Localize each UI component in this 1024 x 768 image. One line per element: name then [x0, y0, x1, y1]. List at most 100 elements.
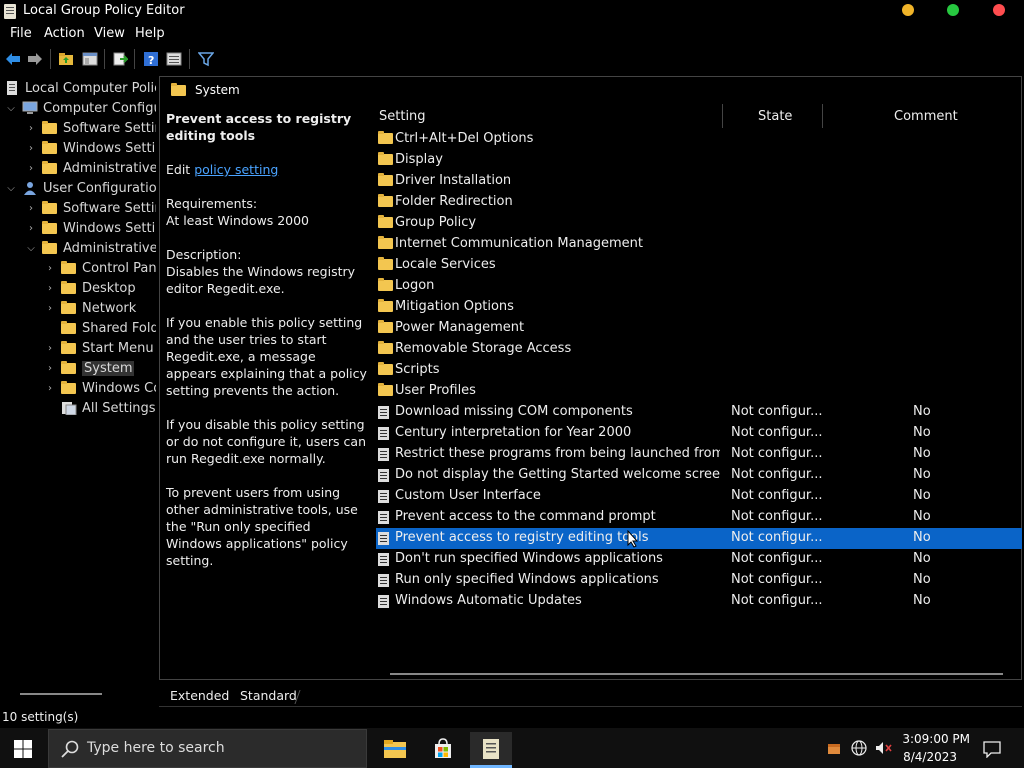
- tab-extended[interactable]: Extended: [170, 688, 229, 703]
- list-item-policy[interactable]: Restrict these programs from being launc…: [376, 444, 1022, 465]
- export-list-icon[interactable]: [112, 51, 128, 67]
- back-arrow-icon[interactable]: [5, 51, 21, 67]
- setting-name: Download missing COM components: [395, 404, 633, 419]
- chevron-right-icon[interactable]: ›: [45, 283, 55, 294]
- column-header-setting[interactable]: Setting: [379, 109, 426, 124]
- list-item-folder[interactable]: Locale Services: [376, 255, 1022, 276]
- filter-icon[interactable]: [198, 51, 214, 67]
- chevron-right-icon[interactable]: ›: [45, 383, 55, 394]
- group-policy-taskbar-button[interactable]: [470, 732, 512, 766]
- chevron-right-icon[interactable]: ›: [45, 263, 55, 274]
- description-paragraph: If you disable this policy setting or do…: [166, 417, 366, 466]
- windows-start-icon[interactable]: [14, 740, 32, 758]
- chevron-right-icon[interactable]: ›: [26, 143, 36, 154]
- clock-time[interactable]: 3:09:00 PM: [880, 732, 970, 746]
- list-item-folder[interactable]: Mitigation Options: [376, 297, 1022, 318]
- list-item-folder[interactable]: Ctrl+Alt+Del Options: [376, 129, 1022, 150]
- tree-root[interactable]: Local Computer Policy: [5, 78, 156, 98]
- list-item-folder[interactable]: Removable Storage Access: [376, 339, 1022, 360]
- menu-action[interactable]: Action: [44, 26, 85, 41]
- list-item-policy[interactable]: Century interpretation for Year 2000 Not …: [376, 423, 1022, 444]
- list-item-policy[interactable]: Run only specified Windows applications N…: [376, 570, 1022, 591]
- list-item-folder[interactable]: Scripts: [376, 360, 1022, 381]
- tree-item-desktop[interactable]: › Desktop: [45, 278, 136, 298]
- chevron-right-icon[interactable]: ›: [45, 303, 55, 314]
- chevron-down-icon[interactable]: ⌵: [6, 183, 16, 194]
- column-divider[interactable]: [822, 104, 823, 128]
- menu-help[interactable]: Help: [135, 26, 165, 41]
- maximize-button[interactable]: [947, 4, 959, 16]
- forward-arrow-icon[interactable]: [27, 51, 43, 67]
- list-item-folder[interactable]: Display: [376, 150, 1022, 171]
- tree-item-software-settings[interactable]: › Software Settings: [26, 118, 156, 138]
- list-item-folder[interactable]: Group Policy: [376, 213, 1022, 234]
- list-item-folder[interactable]: Logon: [376, 276, 1022, 297]
- list-item-policy[interactable]: Prevent access to the command prompt Not …: [376, 507, 1022, 528]
- tree-item-control-panel[interactable]: › Control Panel: [45, 258, 156, 278]
- notification-icon[interactable]: [983, 740, 1001, 758]
- chevron-down-icon[interactable]: ⌵: [6, 103, 16, 114]
- folder-icon: [42, 140, 57, 154]
- show-hide-tree-icon[interactable]: [82, 51, 98, 67]
- tree-item-computer-configuration[interactable]: ⌵ Computer Configuration: [6, 98, 156, 118]
- tree-item-windows-components[interactable]: › Windows Components: [45, 378, 156, 398]
- tab-standard[interactable]: Standard: [240, 688, 297, 703]
- chevron-right-icon[interactable]: ›: [26, 223, 36, 234]
- folder-icon: [42, 200, 57, 214]
- policy-setting-link[interactable]: policy setting: [194, 162, 278, 177]
- setting-comment: No: [913, 593, 931, 608]
- column-header-state[interactable]: State: [758, 109, 792, 124]
- chevron-right-icon[interactable]: ›: [26, 123, 36, 134]
- clock-date[interactable]: 8/4/2023: [880, 750, 957, 764]
- folder-up-icon[interactable]: [58, 51, 74, 67]
- chevron-right-icon[interactable]: ›: [45, 343, 55, 354]
- package-icon[interactable]: [827, 741, 841, 755]
- column-header-comment[interactable]: Comment: [894, 109, 958, 124]
- list-horizontal-scrollbar[interactable]: [390, 673, 1003, 675]
- folder-icon: [378, 131, 393, 144]
- tree-item-all-settings[interactable]: All Settings: [45, 398, 156, 418]
- tree-item-start-menu[interactable]: › Start Menu and Taskbar: [45, 338, 156, 358]
- tree-item-user-software-settings[interactable]: › Software Settings: [26, 198, 156, 218]
- column-divider[interactable]: [722, 104, 723, 128]
- tree-item-windows-settings[interactable]: › Windows Settings: [26, 138, 156, 158]
- tree-item-user-windows-settings[interactable]: › Windows Settings: [26, 218, 156, 238]
- folder-icon: [42, 220, 57, 234]
- list-item-policy[interactable]: Windows Automatic Updates Not configur...…: [376, 591, 1022, 612]
- tree-item-system[interactable]: › System: [45, 358, 135, 378]
- list-item-folder[interactable]: Power Management: [376, 318, 1022, 339]
- tree-item-network[interactable]: › Network: [45, 298, 136, 318]
- list-item-policy[interactable]: Download missing COM components Not confi…: [376, 402, 1022, 423]
- network-globe-icon[interactable]: [851, 740, 867, 756]
- chevron-right-icon[interactable]: ›: [26, 163, 36, 174]
- folder-icon: [61, 300, 76, 314]
- tree-item-administrative-templates[interactable]: › Administrative Templates: [26, 158, 156, 178]
- list-item-folder[interactable]: User Profiles: [376, 381, 1022, 402]
- list-item-policy[interactable]: Custom User Interface Not configur... No: [376, 486, 1022, 507]
- menu-file[interactable]: File: [10, 26, 32, 41]
- close-button[interactable]: [993, 4, 1005, 16]
- minimize-button[interactable]: [902, 4, 914, 16]
- chevron-right-icon[interactable]: ›: [45, 363, 55, 374]
- policy-setting-icon: [378, 406, 389, 419]
- tree-item-user-administrative-templates[interactable]: ⌵ Administrative Templates: [26, 238, 156, 258]
- tree-item-user-configuration[interactable]: ⌵ User Configuration: [6, 178, 156, 198]
- chevron-down-icon[interactable]: ⌵: [26, 243, 36, 254]
- setting-name: User Profiles: [395, 383, 476, 398]
- file-explorer-taskbar-button[interactable]: [374, 732, 416, 766]
- help-icon[interactable]: ?: [143, 51, 159, 67]
- tree-item-shared-folders[interactable]: Shared Folders: [45, 318, 156, 338]
- list-item-folder[interactable]: Folder Redirection: [376, 192, 1022, 213]
- properties-icon[interactable]: [166, 51, 182, 67]
- chevron-right-icon[interactable]: ›: [26, 203, 36, 214]
- tree-label: Administrative Templates: [63, 240, 156, 256]
- list-item-folder[interactable]: Driver Installation: [376, 171, 1022, 192]
- list-item-policy[interactable]: Do not display the Getting Started welco…: [376, 465, 1022, 486]
- list-item-policy-selected[interactable]: Prevent access to registry editing tools…: [376, 528, 1022, 549]
- folder-icon: [61, 380, 76, 394]
- list-item-policy[interactable]: Don't run specified Windows applications…: [376, 549, 1022, 570]
- tree-horizontal-scrollbar[interactable]: [20, 693, 102, 695]
- store-taskbar-button[interactable]: [422, 732, 464, 766]
- list-item-folder[interactable]: Internet Communication Management: [376, 234, 1022, 255]
- menu-view[interactable]: View: [94, 26, 125, 41]
